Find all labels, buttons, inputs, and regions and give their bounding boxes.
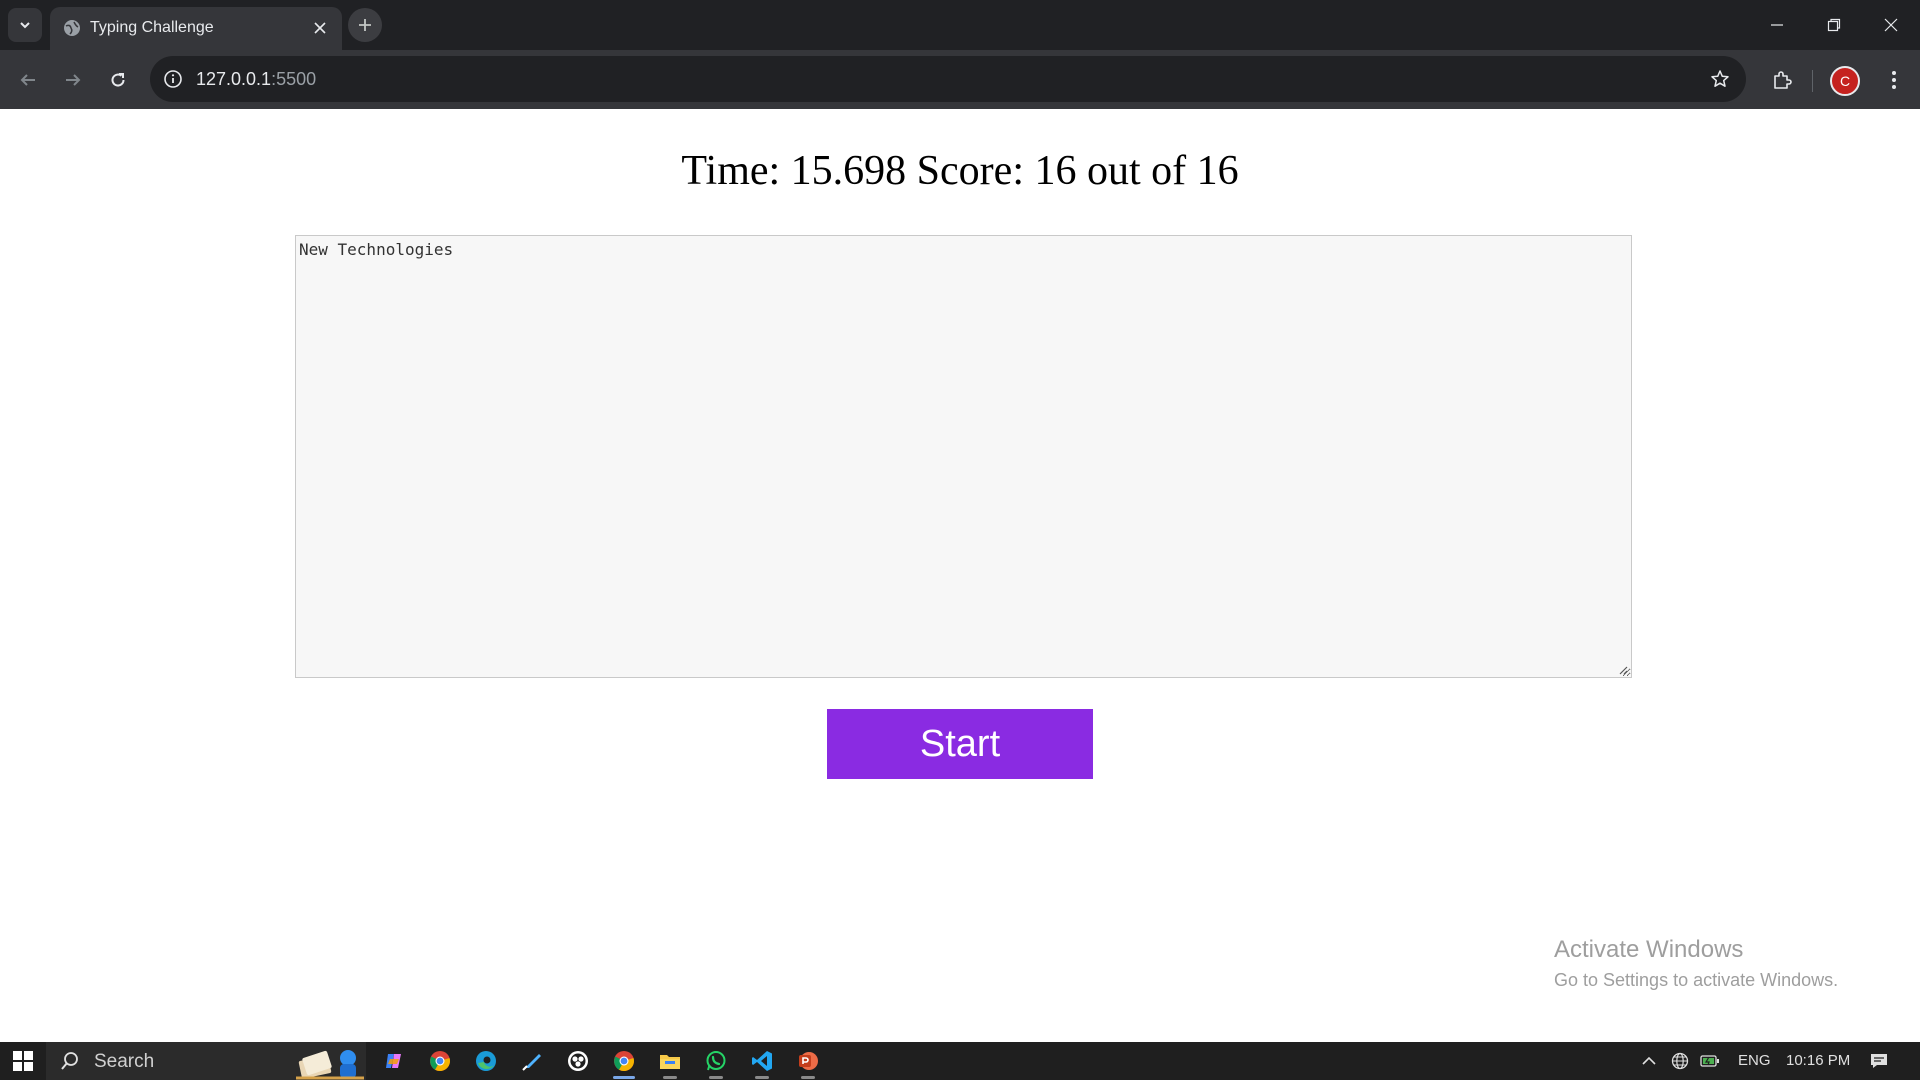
watermark-subtitle: Go to Settings to activate Windows. xyxy=(1554,970,1839,990)
globe-icon xyxy=(64,20,80,36)
resize-grip-icon[interactable] xyxy=(1618,665,1628,675)
chrome-icon xyxy=(430,1051,450,1072)
taskbar-file-explorer[interactable] xyxy=(651,1046,689,1079)
arrow-right-icon xyxy=(66,74,81,86)
globe-icon xyxy=(1671,1052,1689,1070)
watermark-title: Activate Windows xyxy=(1554,936,1744,963)
tab-search-button[interactable] xyxy=(8,8,42,42)
edge-icon xyxy=(476,1051,496,1071)
chrome-icon xyxy=(614,1051,634,1072)
profile-avatar[interactable]: C xyxy=(1830,66,1860,96)
windows-taskbar: Search ENG 10:16 PM xyxy=(0,1042,1920,1080)
close-window-button[interactable] xyxy=(1862,0,1920,50)
activate-windows-watermark: Activate Windows Go to Settings to activ… xyxy=(1554,936,1838,991)
folder-icon xyxy=(660,1055,680,1069)
address-bar[interactable]: 127.0.0.1:5500 xyxy=(150,56,1746,102)
browser-toolbar: 127.0.0.1:5500 C xyxy=(0,50,1920,109)
puzzle-icon xyxy=(1774,71,1792,89)
star-icon xyxy=(1711,70,1729,87)
tab-title: Typing Challenge xyxy=(90,19,214,36)
url-port: :5500 xyxy=(271,69,317,89)
terminal-icon xyxy=(522,1054,541,1071)
chevron-up-icon xyxy=(1642,1056,1656,1065)
forward-button[interactable] xyxy=(55,62,91,98)
arrow-left-icon xyxy=(20,74,35,86)
whatsapp-icon xyxy=(706,1051,726,1071)
language-indicator[interactable]: ENG xyxy=(1738,1052,1771,1069)
start-button[interactable]: Start xyxy=(827,709,1093,779)
taskbar-vscode[interactable] xyxy=(743,1046,781,1079)
windows-logo-icon xyxy=(13,1051,33,1071)
taskbar-whatsapp[interactable] xyxy=(697,1046,735,1079)
restore-icon xyxy=(1827,18,1841,32)
notification-icon xyxy=(1871,1054,1887,1068)
taskbar-search[interactable]: Search xyxy=(46,1042,366,1080)
taskbar-powerpoint[interactable] xyxy=(789,1046,827,1079)
notifications-button[interactable] xyxy=(1862,1046,1896,1076)
obs-icon xyxy=(568,1051,588,1071)
page-content: Time: 15.698 Score: 16 out of 16 Start A… xyxy=(0,109,1920,1042)
chevron-down-icon xyxy=(20,22,30,29)
show-hidden-icons-button[interactable] xyxy=(1636,1046,1662,1076)
minimize-icon xyxy=(1771,24,1783,26)
close-tab-button[interactable] xyxy=(308,16,332,40)
reload-icon xyxy=(111,73,125,87)
new-tab-button[interactable] xyxy=(348,8,382,42)
url-host: 127.0.0.1 xyxy=(196,69,272,89)
network-button[interactable] xyxy=(1666,1046,1694,1076)
extensions-button[interactable] xyxy=(1764,62,1800,98)
taskbar-obs[interactable] xyxy=(559,1046,597,1076)
minimize-button[interactable] xyxy=(1748,0,1806,50)
info-icon xyxy=(164,70,182,88)
back-button[interactable] xyxy=(10,62,46,98)
browser-menu-button[interactable] xyxy=(1876,62,1912,98)
site-info-button[interactable] xyxy=(160,66,186,92)
battery-button[interactable] xyxy=(1696,1046,1724,1076)
restore-button[interactable] xyxy=(1805,0,1863,50)
bookmark-button[interactable] xyxy=(1706,65,1734,93)
copilot-icon xyxy=(386,1054,401,1068)
powerpoint-icon xyxy=(799,1052,818,1070)
clock[interactable]: 10:16 PM xyxy=(1786,1052,1850,1069)
close-icon xyxy=(1884,18,1898,32)
search-label: Search xyxy=(94,1051,155,1072)
browser-tab[interactable]: Typing Challenge xyxy=(50,7,342,50)
search-icon xyxy=(61,1052,78,1070)
battery-charging-icon xyxy=(1700,1055,1719,1067)
taskbar-terminal[interactable] xyxy=(513,1046,551,1076)
url-text: 127.0.0.1:5500 xyxy=(196,69,316,90)
time-score-status: Time: 15.698 Score: 16 out of 16 xyxy=(681,148,1239,194)
close-icon xyxy=(314,22,326,34)
search-highlight-illustration-icon xyxy=(296,1050,364,1080)
typing-textarea[interactable] xyxy=(295,235,1632,678)
more-vertical-icon xyxy=(1892,71,1896,89)
reload-button[interactable] xyxy=(100,62,136,98)
toolbar-divider xyxy=(1812,70,1813,92)
browser-tab-bar: Typing Challenge xyxy=(0,0,1920,50)
taskbar-copilot[interactable] xyxy=(375,1046,413,1076)
start-menu-button[interactable] xyxy=(4,1046,42,1076)
taskbar-chrome[interactable] xyxy=(421,1046,459,1076)
taskbar-chrome-active[interactable] xyxy=(605,1046,643,1079)
vscode-icon xyxy=(752,1051,772,1071)
taskbar-edge[interactable] xyxy=(467,1046,505,1076)
plus-icon xyxy=(359,19,371,31)
